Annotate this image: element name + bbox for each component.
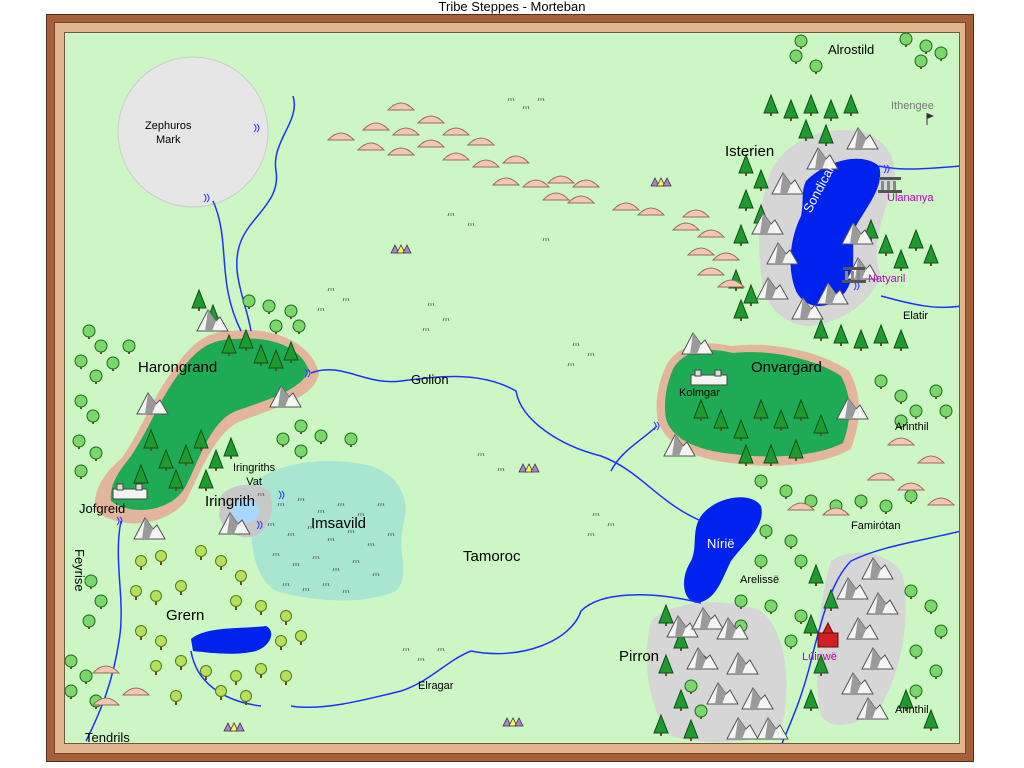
place-label-arinthil-east: Arinthil xyxy=(895,421,929,433)
flag-icon xyxy=(926,113,934,125)
place-label-kolmgar: Kolmgar xyxy=(679,387,720,399)
iringriths-vat-line2: Vat xyxy=(246,476,262,488)
place-label-arinthil-south: Arinthil xyxy=(895,704,929,716)
zephuros-mark-area xyxy=(117,56,269,208)
place-label-alrostild: Alrostild xyxy=(828,42,875,57)
region-label-pirron: Pirron xyxy=(619,648,660,665)
region-label-harongrand: Harongrand xyxy=(138,359,218,376)
place-label-jofgreid: Jofgreid xyxy=(79,501,126,516)
map-drawing xyxy=(65,33,959,743)
place-label-natyaril: Natyaril xyxy=(868,273,906,285)
region-label-grern: Grern xyxy=(166,607,205,624)
place-label-famirotan: Famirótan xyxy=(851,520,901,532)
region-label-zephuros-mark: Zephuros Mark xyxy=(145,119,191,147)
place-label-elatir: Elatir xyxy=(903,310,929,322)
iringriths-vat-line1: Iringriths xyxy=(233,462,276,474)
region-label-tendrils: Tendrils xyxy=(85,730,130,744)
map-canvas[interactable]: Zephuros Mark Harongrand Isterien Onvarg… xyxy=(64,32,960,744)
region-label-iringrith: Iringrith xyxy=(205,493,256,510)
place-label-ulananya: Ulananya xyxy=(887,192,934,204)
place-label-arelisse: Arelissë xyxy=(740,574,780,586)
temple-icon xyxy=(878,177,902,193)
grern-lake xyxy=(191,626,272,654)
place-label-ithengee: Ithengee xyxy=(891,100,934,112)
region-label-onvargard: Onvargard xyxy=(751,359,822,376)
place-label-luinwe: Lúinwë xyxy=(802,651,837,663)
river-label-elragar: Elragar xyxy=(418,680,454,692)
window-title: Tribe Steppes - Morteban xyxy=(438,0,586,14)
zephuros-label-line1: Zephuros xyxy=(145,120,192,132)
place-label-iringriths-vat: Iringriths Vat xyxy=(233,461,275,489)
river-label-golion: Golion xyxy=(411,372,449,387)
zephuros-label-line2: Mark xyxy=(156,134,181,146)
region-label-imsavild: Imsavild xyxy=(311,515,367,532)
tent-icons xyxy=(223,177,672,732)
region-label-feyrise: Feyrise xyxy=(72,549,87,592)
lake-label-nirie: Níriё xyxy=(707,536,735,551)
region-label-tamoroc: Tamoroc xyxy=(463,548,521,565)
region-label-isterien: Isterien xyxy=(725,143,775,160)
